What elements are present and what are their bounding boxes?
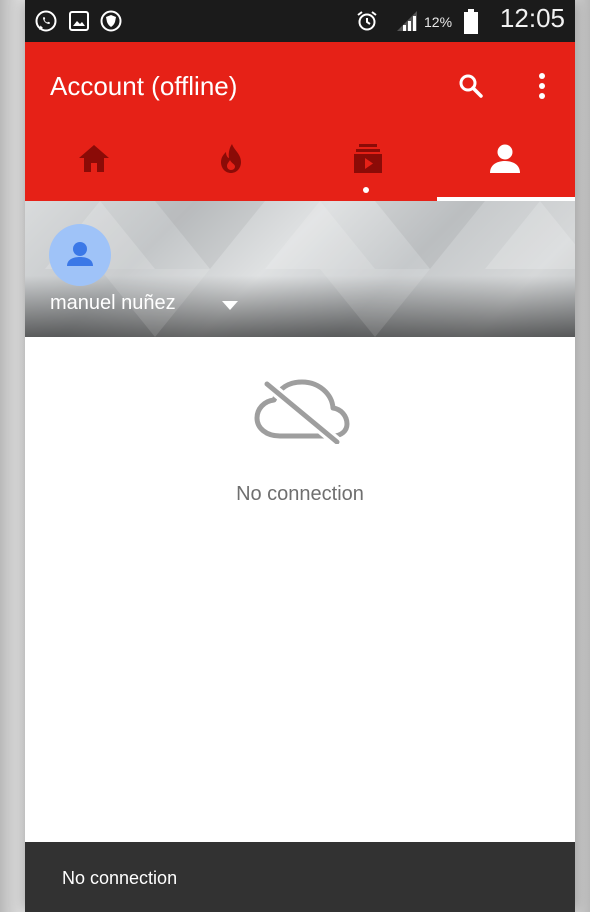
new-content-dot xyxy=(363,187,369,193)
tab-account[interactable] xyxy=(436,132,573,201)
battery-percentage: 12% xyxy=(424,14,453,30)
tab-trending[interactable] xyxy=(162,132,299,201)
avatar[interactable] xyxy=(49,224,111,286)
status-bar: 12% 12:05 xyxy=(25,0,575,42)
no-connection-message: No connection xyxy=(236,483,364,505)
alarm-icon xyxy=(357,11,377,31)
tab-bar xyxy=(25,132,575,201)
search-icon[interactable] xyxy=(453,68,489,104)
person-icon xyxy=(67,242,93,266)
account-header: manuel nuñez xyxy=(25,201,575,337)
snackbar: No connection xyxy=(25,842,575,912)
signal-icon xyxy=(397,11,417,31)
shield-icon xyxy=(100,10,122,32)
page-title: Account (offline) xyxy=(50,71,238,101)
account-icon xyxy=(490,144,520,173)
tab-subscriptions[interactable] xyxy=(299,132,436,201)
home-icon xyxy=(79,145,109,172)
gallery-icon xyxy=(69,11,89,31)
app-bar: Account (offline) xyxy=(25,42,575,201)
account-dropdown-icon[interactable] xyxy=(222,301,238,310)
phone-screen: 12% 12:05 Account (offline) manuel nuñez… xyxy=(25,0,575,912)
snackbar-message: No connection xyxy=(62,868,178,888)
battery-icon xyxy=(464,9,478,34)
tab-home[interactable] xyxy=(25,132,162,201)
cloud-off-icon xyxy=(254,378,350,444)
account-name[interactable]: manuel nuñez xyxy=(50,292,176,315)
whatsapp-icon xyxy=(35,10,57,32)
trending-icon xyxy=(221,144,241,173)
subscriptions-icon xyxy=(354,144,382,173)
more-vert-icon[interactable] xyxy=(524,68,560,104)
clock: 12:05 xyxy=(499,3,565,33)
